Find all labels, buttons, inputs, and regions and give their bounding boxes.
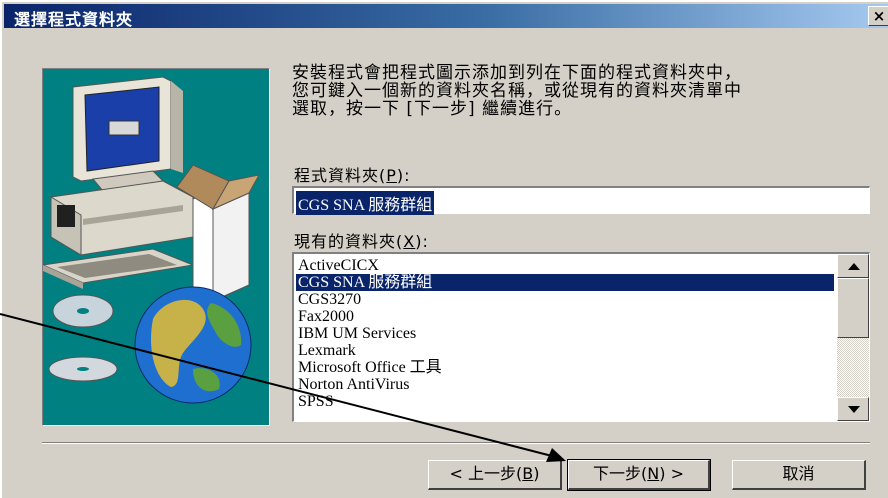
- scroll-up-icon: [848, 263, 860, 270]
- instructions-line: 安裝程式會把程式圖示添加到列在下面的程式資料夾中，: [292, 63, 742, 83]
- title-bar[interactable]: 選擇程式資料夾 ×: [4, 4, 888, 29]
- window-title: 選擇程式資料夾: [14, 10, 134, 29]
- existing-folders-list[interactable]: ActiveCICX CGS SNA 服務群組 CGS3270 Fax2000 …: [292, 252, 870, 422]
- program-folder-input[interactable]: CGS SNA 服務群組: [292, 186, 870, 215]
- list-item[interactable]: Lexmark: [296, 342, 834, 359]
- close-icon: ×: [872, 7, 886, 25]
- list-item[interactable]: Microsoft Office 工具: [296, 359, 834, 376]
- list-item[interactable]: CGS3270: [296, 291, 834, 308]
- existing-folders-label: 現有的資料夾(X):: [294, 232, 429, 251]
- scroll-down-button[interactable]: [837, 397, 869, 421]
- instructions-line: 選取，按一下 [下一步] 繼續進行。: [292, 99, 573, 119]
- scroll-up-button[interactable]: [837, 254, 869, 278]
- computer-icon: [43, 76, 195, 289]
- setup-illustration: [42, 68, 270, 426]
- list-scrollbar[interactable]: [837, 254, 869, 421]
- close-button[interactable]: ×: [868, 6, 888, 26]
- program-folder-label: 程式資料夾(P):: [294, 166, 411, 185]
- existing-folders-accel: X: [403, 232, 416, 251]
- list-item[interactable]: Norton AntiVirus: [296, 376, 834, 393]
- list-item[interactable]: IBM UM Services: [296, 325, 834, 342]
- cd-disc-icon: [48, 294, 118, 382]
- button-separator: [42, 442, 870, 444]
- scroll-thumb[interactable]: [837, 278, 869, 338]
- setup-illustration-graphic: [43, 76, 260, 404]
- list-item[interactable]: Fax2000: [296, 308, 834, 325]
- globe-icon: [134, 286, 252, 404]
- scroll-down-icon: [848, 406, 860, 413]
- list-item-selected[interactable]: CGS SNA 服務群組: [296, 274, 834, 291]
- list-item[interactable]: SPSS: [296, 393, 834, 410]
- select-program-folder-dialog: 選擇程式資料夾 × 安裝程式會把程式圖示添加到列在下面的程式資料夾中， 您可鍵入…: [0, 0, 888, 498]
- program-folder-value: CGS SNA 服務群組: [296, 191, 435, 215]
- next-button[interactable]: 下一步(N) >: [567, 459, 711, 491]
- instructions-line: 您可鍵入一個新的資料夾名稱，或從現有的資料夾清單中: [292, 81, 742, 101]
- program-folder-accel: P: [386, 166, 397, 185]
- instructions-text: 安裝程式會把程式圖示添加到列在下面的程式資料夾中， 您可鍵入一個新的資料夾名稱，…: [292, 64, 862, 118]
- back-button[interactable]: < 上一步(B): [428, 460, 562, 490]
- cancel-button[interactable]: 取消: [732, 460, 866, 490]
- list-item[interactable]: ActiveCICX: [296, 257, 834, 274]
